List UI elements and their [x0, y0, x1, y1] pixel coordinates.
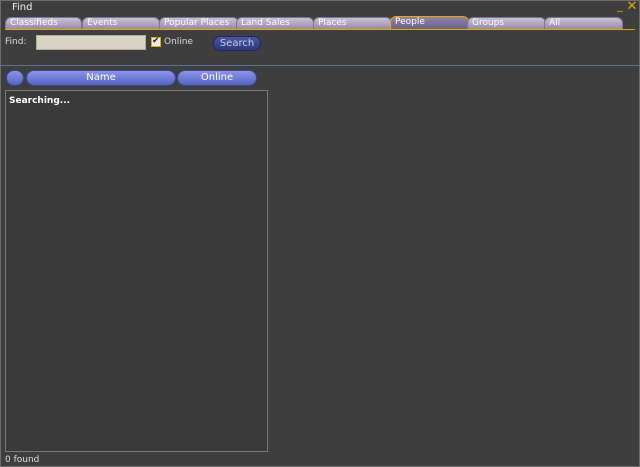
- tab-all[interactable]: All: [544, 17, 623, 29]
- find-label: Find:: [5, 37, 27, 47]
- close-icon[interactable]: ✕: [626, 1, 638, 14]
- column-header-icon[interactable]: [6, 70, 24, 86]
- find-input[interactable]: [36, 35, 146, 50]
- title-bar[interactable]: Find _ ✕: [1, 1, 639, 15]
- tab-classifieds[interactable]: Classifieds: [5, 17, 82, 29]
- tab-popular-places[interactable]: Popular Places: [159, 17, 239, 29]
- tab-people[interactable]: People: [390, 16, 469, 29]
- tab-events[interactable]: Events: [82, 17, 160, 29]
- list-item: Searching...: [9, 96, 71, 106]
- column-header-online[interactable]: Online: [177, 70, 257, 86]
- search-button[interactable]: Search: [213, 36, 261, 51]
- find-window: Find _ ✕ Classifieds Events Popular Plac…: [0, 0, 640, 467]
- tab-places[interactable]: Places: [313, 17, 392, 29]
- online-checkbox-label: Online: [164, 37, 194, 47]
- tab-underline: [5, 29, 635, 30]
- results-list[interactable]: Searching...: [5, 90, 268, 452]
- check-icon: ✔: [152, 36, 160, 46]
- window-title: Find: [12, 2, 33, 13]
- column-header-name[interactable]: Name: [26, 70, 176, 86]
- results-count: 0 found: [5, 455, 40, 465]
- tab-land-sales[interactable]: Land Sales: [236, 17, 314, 29]
- tab-bar: Classifieds Events Popular Places Land S…: [5, 16, 635, 30]
- tab-groups[interactable]: Groups: [467, 17, 546, 29]
- minimize-icon[interactable]: _: [614, 1, 626, 14]
- divider: [1, 65, 639, 66]
- online-checkbox[interactable]: ✔: [151, 36, 161, 47]
